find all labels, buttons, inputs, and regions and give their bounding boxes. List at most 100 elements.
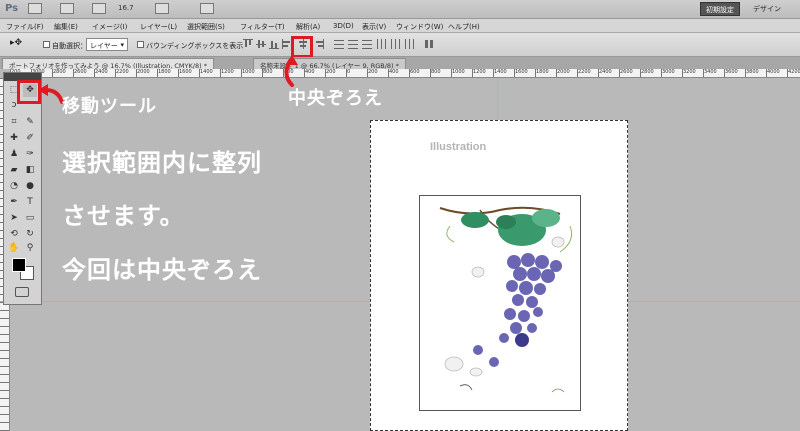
ruler-tick-label: 2000 [557,69,570,75]
ruler-tick-label: 2800 [641,69,654,75]
clone-stamp-icon[interactable]: ♟ [7,148,21,161]
pen-tool-icon[interactable]: ✒ [7,196,21,209]
photoshop-logo: Ps [5,3,19,14]
auto-select-dropdown[interactable]: レイヤー ▾ [86,38,128,51]
workspace-essentials-button[interactable]: 初期設定 [700,2,740,16]
center-align-caption: 中央ぞろえ [288,88,383,109]
path-select-icon[interactable]: ➤ [7,212,21,225]
workspace-design-button[interactable]: デザイン [748,2,786,16]
ruler-tick-label: 400 [389,69,399,75]
zoom-tool-icon[interactable]: ⚲ [23,242,37,255]
blur-tool-icon[interactable]: ◔ [7,180,21,193]
healing-brush-icon[interactable]: ✚ [7,132,21,145]
grape-illustration [439,206,573,393]
illustration-frame [419,195,581,411]
distribute-hcenter-icon[interactable] [390,39,400,49]
menu-help[interactable]: ヘルプ(H) [448,22,480,32]
view-extras-icon[interactable] [92,3,106,14]
ruler-tick-label: 1400 [494,69,507,75]
ruler-tick-label: 2600 [74,69,87,75]
menu-3d[interactable]: 3D(D) [333,22,354,30]
ruler-tick-label: 200 [326,69,336,75]
artboard-label: Illustration [430,141,487,153]
menu-layer[interactable]: レイヤー(L) [140,22,177,32]
move-tool-preset-icon[interactable]: ▸✥ [10,38,22,48]
eyedropper-tool-icon[interactable]: ✎ [23,116,37,129]
chevron-down-icon: ▾ [120,41,124,49]
instruction-line-2: させます。 [62,202,185,230]
quick-mask-icon[interactable] [15,287,29,297]
ruler-tick-label: 3800 [746,69,759,75]
foreground-color-swatch[interactable] [12,258,26,272]
move-tool-caption: 移動ツール [62,96,157,117]
distribute-right-icon[interactable] [404,39,414,49]
ruler-tick-label: 4000 [767,69,780,75]
align-top-icon[interactable] [243,39,253,49]
menu-filter[interactable]: フィルター(T) [240,22,285,32]
shape-tool-icon[interactable]: ▭ [23,212,37,225]
ruler-tick-label: 200 [368,69,378,75]
eraser-tool-icon[interactable]: ▰ [7,164,21,177]
menu-view[interactable]: 表示(V) [362,22,386,32]
menu-edit[interactable]: 編集(E) [54,22,78,32]
brush-tool-icon[interactable]: ✐ [23,132,37,145]
ruler-tick-label: 2400 [599,69,612,75]
dodge-tool-icon[interactable]: ● [23,180,37,193]
3d-orbit-icon[interactable]: ↻ [23,228,37,241]
distribute-left-icon[interactable] [376,39,386,49]
align-bottom-icon[interactable] [269,39,279,49]
menu-window[interactable]: ウィンドウ(W) [396,22,443,32]
ruler-tick-label: 1000 [242,69,255,75]
ruler-tick-label: 0 [347,69,351,75]
distribute-vcenter-icon[interactable] [348,39,358,49]
center-align-arrow [284,55,298,87]
type-tool-icon[interactable]: T [23,196,37,209]
3d-rotate-icon[interactable]: ⟲ [7,228,21,241]
zoom-level[interactable]: 16.7 [118,4,134,16]
ruler-tick-label: 1000 [452,69,465,75]
ruler-tick-label: 1400 [200,69,213,75]
distribute-bottom-icon[interactable] [362,39,372,49]
ruler-tick-label: 800 [431,69,441,75]
ruler-tick-label: 2400 [95,69,108,75]
ruler-tick-label: 600 [410,69,420,75]
menu-bar: ファイル(F) 編集(E) イメージ(I) レイヤー(L) 選択範囲(S) フィ… [0,19,800,33]
ruler-tick-label: 1600 [515,69,528,75]
ruler-labels: 2003000280026002400220020001800160014001… [10,69,800,78]
align-right-icon[interactable] [314,39,324,49]
menu-analysis[interactable]: 解析(A) [296,22,320,32]
mini-bridge-icon[interactable] [60,3,74,14]
arrange-docs-icon[interactable] [155,3,169,14]
align-vcenter-icon[interactable] [256,39,266,49]
hand-tool-icon[interactable]: ✋ [7,242,21,255]
distribute-top-icon[interactable] [334,39,344,49]
gradient-tool-icon[interactable]: ◧ [23,164,37,177]
screen-mode-icon[interactable] [200,3,214,14]
ruler-tick-label: 3200 [683,69,696,75]
auto-select-label: 自動選択： [52,42,87,50]
ruler-tick-label: 3000 [662,69,675,75]
ruler-tick-label: 2000 [137,69,150,75]
bounding-box-label: バウンディングボックスを表示 [146,42,244,50]
history-brush-icon[interactable]: ✑ [23,148,37,161]
auto-select-checkbox[interactable] [43,41,50,48]
ruler-tick-label: 4200 [788,69,800,75]
auto-align-layers-icon[interactable] [424,39,434,49]
ruler-tick-label: 2200 [116,69,129,75]
app-bar: Ps 16.7 初期設定 デザイン [0,0,800,19]
ruler-tick-label: 2200 [578,69,591,75]
bridge-icon[interactable] [28,3,42,14]
auto-select-value: レイヤー [90,42,118,50]
tab-portfolio[interactable]: ポートフォリオを作ってみよう @ 16.7% (Illustration, CM… [2,58,214,70]
crop-tool-icon[interactable]: ⌗ [7,116,21,129]
bounding-box-checkbox[interactable] [137,41,144,48]
ruler-tick-label: 1600 [179,69,192,75]
ruler-tick-label: 1800 [536,69,549,75]
menu-image[interactable]: イメージ(I) [92,22,127,32]
ruler-tick-label: 1800 [158,69,171,75]
ruler-tick-label: 1200 [473,69,486,75]
document-tabs: ポートフォリオを作ってみよう @ 16.7% (Illustration, CM… [0,57,800,70]
menu-file[interactable]: ファイル(F) [6,22,44,32]
instruction-line-3: 今回は中央ぞろえ [62,256,262,284]
menu-select[interactable]: 選択範囲(S) [187,22,225,32]
